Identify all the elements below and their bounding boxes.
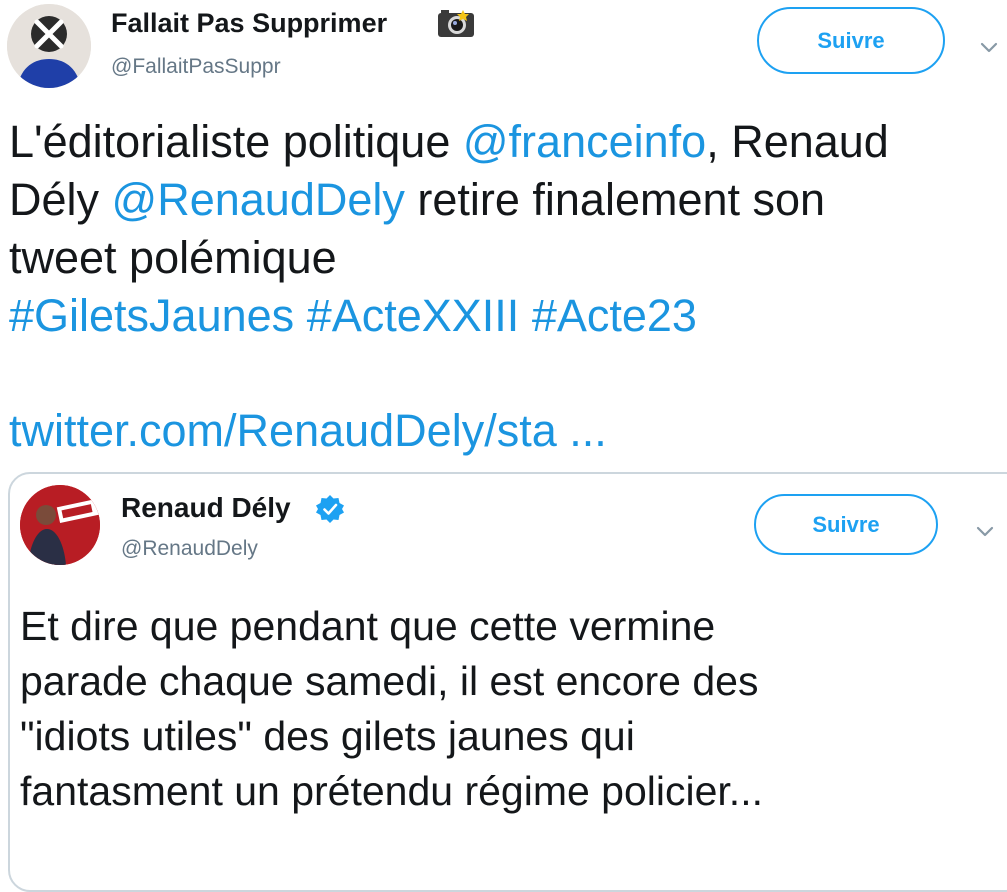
text-segment: Dély [9, 174, 112, 225]
avatar-icon [20, 485, 100, 565]
hashtag-link[interactable]: #Acte23 [532, 290, 697, 341]
camera-icon [438, 10, 474, 37]
tweet-text-line: Dély @RenaudDely retire finalement son [9, 171, 999, 229]
quoted-tweet-text: Et dire que pendant que cette vermine pa… [20, 599, 1000, 819]
quoted-text-line: parade chaque samedi, il est encore des [20, 658, 759, 704]
quoted-follow-button[interactable]: Suivre [754, 494, 938, 555]
quoted-text-line: fantasment un prétendu régime policier..… [20, 768, 763, 814]
mention-link[interactable]: @franceinfo [463, 116, 706, 167]
text-segment [294, 290, 307, 341]
chevron-down-icon[interactable] [976, 35, 1002, 61]
author-handle[interactable]: @FallaitPasSuppr [111, 55, 281, 79]
hashtag-link[interactable]: #GiletsJaunes [9, 290, 294, 341]
tweet-text: L'éditorialiste politique @franceinfo, R… [9, 113, 999, 345]
text-segment: retire finalement son [404, 174, 826, 225]
quoted-author-handle[interactable]: @RenaudDely [121, 537, 258, 561]
text-segment: tweet polémique [9, 232, 337, 283]
follow-button[interactable]: Suivre [757, 7, 945, 74]
avatar-icon [7, 4, 91, 88]
quoted-avatar[interactable] [20, 485, 100, 565]
tweet-text-line: #GiletsJaunes #ActeXXIII #Acte23 [9, 287, 999, 345]
quoted-text-line: Et dire que pendant que cette vermine [20, 603, 716, 649]
mention-link[interactable]: @RenaudDely [112, 174, 405, 225]
quoted-text-line: "idiots utiles" des gilets jaunes qui [20, 713, 635, 759]
text-segment [519, 290, 532, 341]
hashtag-link[interactable]: #ActeXXIII [307, 290, 520, 341]
author-name[interactable]: Fallait Pas Supprimer [111, 8, 387, 39]
tweet-text-line: tweet polémique [9, 229, 999, 287]
verified-badge-icon [316, 495, 344, 523]
quoted-tweet[interactable]: Renaud Dély @RenaudDely Suivre Et dire q… [8, 472, 1007, 892]
quoted-author-name[interactable]: Renaud Dély [121, 492, 291, 524]
tweet: Fallait Pas Supprimer @FallaitPasSuppr S… [0, 0, 1007, 892]
chevron-down-icon[interactable] [972, 519, 998, 545]
text-segment: L'éditorialiste politique [9, 116, 463, 167]
tweet-url-link[interactable]: twitter.com/RenaudDely/sta ... [9, 402, 607, 460]
tweet-text-line: L'éditorialiste politique @franceinfo, R… [9, 113, 999, 171]
text-segment: , Renaud [706, 116, 889, 167]
avatar[interactable] [7, 4, 91, 88]
